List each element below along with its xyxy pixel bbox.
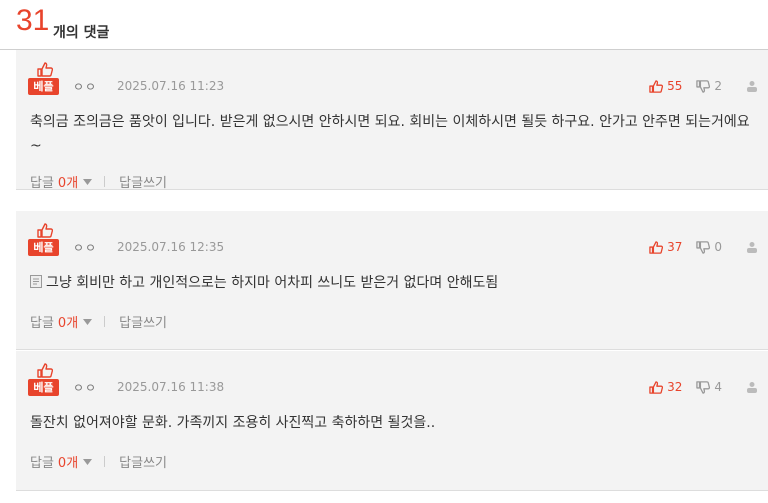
write-reply-link[interactable]: 답글쓰기: [119, 452, 167, 471]
dislike-count: 2: [714, 79, 722, 93]
comment-count-label: 개의 댓글: [53, 25, 110, 41]
divider: [104, 316, 106, 327]
comment-text: 그냥 회비만 하고 개인적으로는 하지마 어차피 쓰니도 받은거 없다며 안해도…: [46, 275, 499, 291]
reply-bar: 답글 0개 답글쓰기: [30, 452, 167, 471]
dislike-button[interactable]: 0: [696, 240, 722, 254]
thumbs-up-icon: [649, 79, 664, 93]
like-count: 32: [667, 380, 683, 394]
dislike-count: 0: [714, 240, 722, 254]
vote-group: 32 4: [649, 379, 758, 395]
vote-group: 37 0: [649, 239, 758, 255]
like-button[interactable]: 37: [649, 240, 682, 254]
reply-label: 답글: [30, 456, 54, 471]
comment-item: 베플 ㅇㅇ 2025.07.16 12:35 37 0 그냥 회비만 하고 개인…: [16, 211, 768, 350]
best-badge: 베플: [28, 223, 60, 257]
divider: [104, 176, 106, 187]
comment-item: 베플 ㅇㅇ 2025.07.16 11:38 32 4 돌잔치 없어져야할 문화…: [16, 351, 768, 491]
reply-toggle[interactable]: 답글 0개: [30, 312, 93, 331]
reply-label: 답글: [30, 316, 54, 331]
reply-toggle[interactable]: 답글 0개: [30, 452, 93, 471]
like-button[interactable]: 32: [649, 380, 682, 394]
best-label: 베플: [28, 379, 59, 396]
comment-text: 축의금 조의금은 품앗이 입니다. 받은게 없으시면 안하시면 되요. 회비는 …: [30, 114, 750, 154]
vote-group: 55 2: [649, 78, 758, 94]
thumbs-up-icon: [649, 380, 664, 394]
comment-date: 2025.07.16 11:38: [117, 380, 225, 394]
comment-text: 돌잔치 없어져야할 문화. 가족끼지 조용히 사진찍고 축하하면 될것을..: [30, 415, 436, 431]
thumbs-down-icon: [696, 79, 711, 93]
reply-count: 0개: [57, 316, 79, 331]
note-icon: [30, 275, 42, 288]
best-badge: 베플: [28, 62, 60, 96]
chevron-down-icon: [83, 318, 93, 325]
write-reply-link[interactable]: 답글쓰기: [119, 312, 167, 331]
thumbs-up-icon: [37, 62, 53, 77]
reply-count: 0개: [57, 456, 79, 471]
comment-date: 2025.07.16 12:35: [117, 240, 225, 254]
like-count: 55: [667, 79, 683, 93]
comment-item: 베플 ㅇㅇ 2025.07.16 11:23 55 2 축의금 조의금은 품앗이…: [16, 50, 768, 191]
thumbs-up-icon: [649, 240, 664, 254]
comment-body: 그냥 회비만 하고 개인적으로는 하지마 어차피 쓰니도 받은거 없다며 안해도…: [30, 271, 750, 295]
best-badge: 베플: [28, 363, 60, 397]
dislike-count: 4: [714, 380, 722, 394]
dislike-button[interactable]: 4: [696, 380, 722, 394]
reply-bar: 답글 0개 답글쓰기: [30, 172, 167, 191]
reply-label: 답글: [30, 176, 54, 191]
reply-count: 0개: [57, 176, 79, 191]
best-label: 베플: [28, 239, 59, 256]
report-icon[interactable]: [746, 241, 758, 253]
comment-author[interactable]: ㅇㅇ: [73, 379, 97, 396]
comment-author[interactable]: ㅇㅇ: [73, 78, 97, 95]
thumbs-up-icon: [37, 223, 53, 238]
thumbs-up-icon: [37, 363, 53, 378]
report-icon[interactable]: [746, 80, 758, 92]
report-icon[interactable]: [746, 381, 758, 393]
comments-header: 31 개의 댓글: [0, 0, 768, 50]
thumbs-down-icon: [696, 240, 711, 254]
comment-date: 2025.07.16 11:23: [117, 79, 225, 93]
thumbs-down-icon: [696, 380, 711, 394]
comment-count: 31: [16, 4, 50, 37]
dislike-button[interactable]: 2: [696, 79, 722, 93]
like-button[interactable]: 55: [649, 79, 682, 93]
chevron-down-icon: [83, 178, 93, 185]
divider: [104, 456, 106, 467]
best-label: 베플: [28, 78, 59, 95]
comment-author[interactable]: ㅇㅇ: [73, 239, 97, 256]
like-count: 37: [667, 240, 683, 254]
write-reply-link[interactable]: 답글쓰기: [119, 172, 167, 191]
reply-toggle[interactable]: 답글 0개: [30, 172, 93, 191]
reply-bar: 답글 0개 답글쓰기: [30, 312, 167, 331]
chevron-down-icon: [83, 458, 93, 465]
